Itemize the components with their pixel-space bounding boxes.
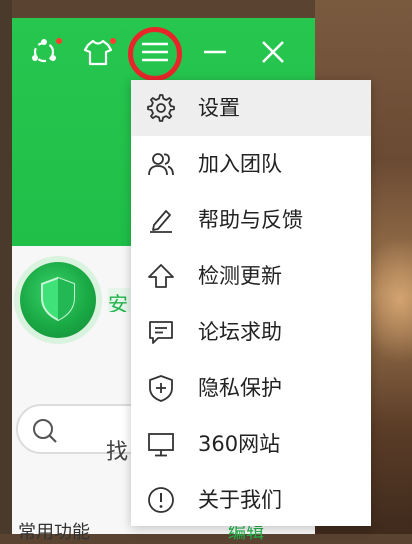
menu-item-help-feedback[interactable]: 帮助与反馈 (131, 192, 371, 248)
menu-item-join-team[interactable]: 加入团队 (131, 136, 371, 192)
search-text: 找 (106, 440, 129, 465)
menu-item-label: 360网站 (198, 432, 281, 456)
people-icon (148, 153, 174, 176)
menu-item-check-update[interactable]: 检测更新 (131, 248, 371, 304)
notification-badge (56, 38, 62, 44)
arrow-up-icon (148, 264, 174, 288)
search-icon (33, 419, 57, 443)
menu-item-label: 检测更新 (198, 264, 282, 288)
share-icon[interactable] (28, 36, 62, 68)
close-icon[interactable] (257, 36, 289, 68)
chat-icon (149, 321, 173, 344)
dropdown-menu: 设置 加入团队 帮助与反馈 检测更新 论坛求助 隐私保护 360网站 关于我们 (131, 80, 371, 526)
menu-item-label: 隐私保护 (198, 376, 282, 400)
menu-item-label: 帮助与反馈 (198, 208, 303, 232)
pencil-icon (150, 210, 172, 233)
menu-item-label: 加入团队 (198, 152, 282, 176)
shield-plus-icon (149, 375, 173, 402)
monitor-icon (148, 433, 174, 457)
notification-badge (110, 38, 116, 44)
status-text: 安 (108, 288, 130, 312)
tshirt-icon[interactable] (82, 36, 116, 68)
menu-item-label: 论坛求助 (198, 320, 282, 344)
menu-item-privacy[interactable]: 隐私保护 (131, 360, 371, 416)
minimize-icon[interactable] (199, 36, 231, 68)
menu-highlight-circle (128, 27, 182, 81)
menu-item-label: 关于我们 (198, 488, 282, 512)
section-title: 常用功能 (18, 522, 90, 543)
menu-item-label: 设置 (198, 96, 240, 120)
desktop-edge (0, 0, 12, 534)
menu-item-forum-help[interactable]: 论坛求助 (131, 304, 371, 360)
menu-item-settings[interactable]: 设置 (131, 80, 371, 136)
gear-icon (147, 94, 175, 122)
menu-item-about-us[interactable]: 关于我们 (131, 472, 371, 528)
info-icon (148, 487, 174, 513)
menu-item-360-website[interactable]: 360网站 (131, 416, 371, 472)
shield-icon (20, 262, 96, 338)
